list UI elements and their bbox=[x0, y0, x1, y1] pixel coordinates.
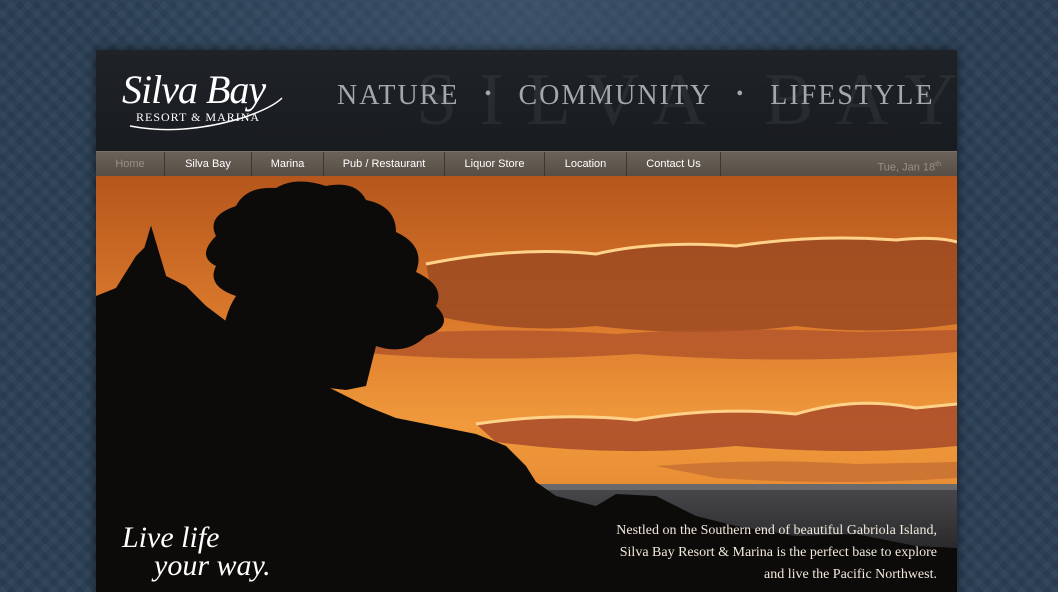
slogan-line-2: your way. bbox=[154, 549, 271, 582]
date-suffix: th bbox=[935, 161, 941, 168]
nav-silva-bay[interactable]: Silva Bay bbox=[165, 152, 252, 177]
tagline-community: COMMUNITY bbox=[518, 80, 712, 111]
hero-image: Live life your way. Nestled on the South… bbox=[96, 176, 957, 592]
logo-subtitle: RESORT & MARINA bbox=[136, 110, 261, 124]
slogan: Live life your way. bbox=[122, 523, 271, 582]
header: SILVA BAY Silva Bay RESORT & MARINA NATU… bbox=[96, 50, 957, 151]
logo-title: Silva Bay bbox=[122, 67, 266, 112]
nav-marina[interactable]: Marina bbox=[252, 152, 324, 177]
nav-location[interactable]: Location bbox=[545, 152, 627, 177]
main-nav: Home Silva Bay Marina Pub / Restaurant L… bbox=[96, 151, 957, 177]
nav-pub-restaurant[interactable]: Pub / Restaurant bbox=[324, 152, 445, 177]
tagline-nature: NATURE bbox=[337, 80, 460, 111]
tagline-separator-2: • bbox=[736, 83, 746, 105]
tagline: NATURE • COMMUNITY • LIFESTYLE bbox=[337, 80, 934, 112]
site-frame: SILVA BAY Silva Bay RESORT & MARINA NATU… bbox=[96, 50, 957, 592]
current-date: Tue, Jan 18th bbox=[877, 152, 941, 177]
intro-blurb: Nestled on the Southern end of beautiful… bbox=[616, 523, 937, 582]
nav-home[interactable]: Home bbox=[96, 152, 165, 177]
tagline-separator-1: • bbox=[484, 83, 494, 105]
tagline-lifestyle: LIFESTYLE bbox=[770, 80, 935, 111]
nav-contact-us[interactable]: Contact Us bbox=[627, 152, 721, 177]
nav-liquor-store[interactable]: Liquor Store bbox=[445, 152, 545, 177]
date-text: Tue, Jan 18 bbox=[877, 161, 936, 174]
logo[interactable]: Silva Bay RESORT & MARINA bbox=[122, 66, 292, 136]
